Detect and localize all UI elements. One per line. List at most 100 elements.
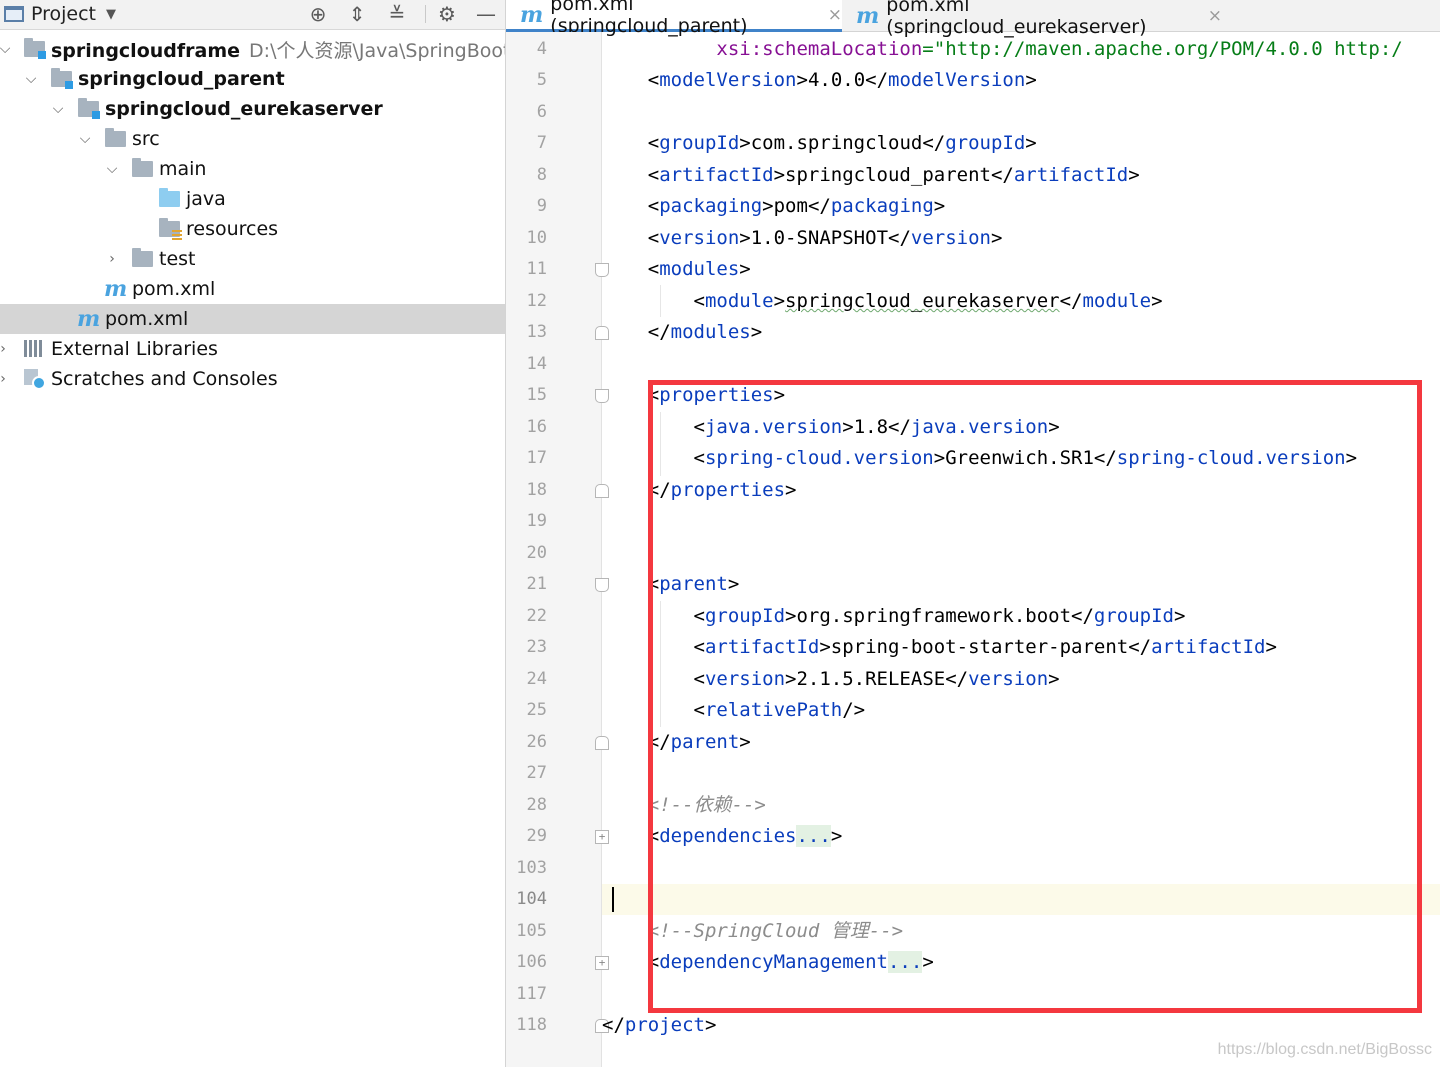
tab-pom-parent[interactable]: m pom.xml (springcloud_parent) × [506, 0, 842, 37]
line-number: 17 [526, 448, 547, 468]
folder-icon [105, 128, 126, 147]
code-line: <groupId>org.springframework.boot</group… [602, 605, 1186, 627]
chevron-down-icon[interactable]: ⌵ [0, 41, 12, 57]
project-tool-window: Project ▼ ⊕ ⇕ ≚ ⚙ — ⌵ springcloudframe D:… [0, 0, 506, 1067]
tree-item-label: External Libraries [51, 338, 218, 360]
code-line: <packaging>pom</packaging> [602, 195, 946, 217]
header-divider [425, 5, 426, 23]
code-line-current [602, 884, 1440, 915]
tree-item-java[interactable]: java [0, 184, 505, 214]
line-number: 10 [526, 228, 547, 248]
chevron-down-icon[interactable]: ⌵ [51, 101, 65, 117]
line-number: 103 [516, 858, 547, 878]
project-panel-title: Project [31, 3, 97, 25]
tree-item-label: src [132, 128, 160, 150]
line-number: 118 [516, 1015, 547, 1035]
chevron-down-icon: ▼ [106, 6, 117, 22]
chevron-down-icon[interactable]: ⌵ [105, 161, 119, 177]
module-folder-icon [51, 68, 73, 89]
tree-item-label: springcloudframeD:\个人资源\Java\SpringBoot\… [51, 36, 505, 63]
line-number: 12 [526, 291, 547, 311]
line-number: 29 [526, 826, 547, 846]
tree-item-external-libraries[interactable]: › External Libraries [0, 334, 505, 364]
expand-all-icon[interactable]: ⇕ [344, 2, 370, 26]
minimize-icon[interactable]: — [473, 2, 499, 26]
tree-item-pom-xml[interactable]: m pom.xml [0, 274, 505, 304]
maven-icon: m [856, 2, 880, 29]
chevron-down-icon[interactable]: ⌵ [24, 71, 38, 87]
maven-icon: m [104, 276, 128, 302]
module-folder-icon [24, 38, 46, 59]
line-number: 5 [536, 70, 547, 90]
tree-item-resources[interactable]: resources [0, 214, 505, 244]
line-number: 16 [526, 417, 547, 437]
tree-item-label: main [159, 158, 207, 180]
libraries-icon [24, 340, 44, 357]
chevron-down-icon[interactable]: ⌵ [78, 131, 92, 147]
resources-folder-icon [159, 218, 182, 240]
line-number: 13 [526, 322, 547, 342]
line-number: 105 [516, 921, 547, 941]
line-number: 27 [526, 763, 547, 783]
tree-item-src[interactable]: ⌵ src [0, 124, 505, 154]
tree-item-scratches[interactable]: › Scratches and Consoles [0, 364, 505, 394]
editor-gutter[interactable]: 4 5 6 7 8 9 10 11 12 13 14 15 16 17 18 1… [506, 32, 609, 1067]
line-number: 117 [516, 984, 547, 1004]
code-line: </properties> [602, 479, 797, 501]
tree-item-label: springcloud_eurekaserver [105, 98, 383, 120]
line-number: 14 [526, 354, 547, 374]
line-number: 23 [526, 637, 547, 657]
tree-item-label: Scratches and Consoles [51, 368, 278, 390]
tree-item-main[interactable]: ⌵ main [0, 154, 505, 184]
code-line: <relativePath/> [602, 699, 866, 721]
tree-item-label: springcloud_parent [78, 68, 285, 90]
code-line: <version>2.1.5.RELEASE</version> [602, 668, 1060, 690]
project-view-selector[interactable]: Project ▼ [4, 0, 116, 28]
gear-icon[interactable]: ⚙ [434, 2, 460, 26]
tree-item-test[interactable]: › test [0, 244, 505, 274]
tree-item-springcloudframe[interactable]: ⌵ springcloudframe D:\个人资源\Java\SpringBoo… [0, 34, 505, 64]
chevron-right-icon[interactable]: › [0, 371, 10, 387]
tree-item-pom-xml-selected[interactable]: m pom.xml [0, 304, 505, 334]
line-number: 106 [516, 952, 547, 972]
maven-icon: m [520, 1, 544, 28]
chevron-right-icon[interactable]: › [105, 251, 119, 267]
code-line: </project> [602, 1014, 717, 1036]
line-number: 25 [526, 700, 547, 720]
code-line: <modules> [602, 258, 751, 280]
folder-icon [132, 158, 153, 177]
line-number: 8 [536, 165, 547, 185]
module-path: D:\个人资源\Java\SpringBoot\spri [249, 39, 505, 62]
code-line: <dependencyManagement...> [602, 951, 934, 973]
close-icon[interactable]: × [1208, 6, 1222, 26]
folded-region[interactable]: ... [887, 951, 923, 973]
folder-icon [132, 248, 153, 267]
code-line: <java.version>1.8</java.version> [602, 416, 1060, 438]
collapse-all-icon[interactable]: ≚ [384, 2, 410, 26]
line-number: 24 [526, 669, 547, 689]
folded-region[interactable]: ... [796, 825, 831, 847]
tab-pom-eurekaserver[interactable]: m pom.xml (springcloud_eurekaserver) × [842, 0, 1222, 38]
code-line: xsi:schemaLocation="http://maven.apache.… [716, 38, 1403, 60]
tree-item-label: resources [186, 218, 279, 240]
line-number: 20 [526, 543, 547, 563]
locate-icon[interactable]: ⊕ [305, 2, 331, 26]
code-line: <properties> [602, 384, 786, 406]
tree-item-springcloud-eurekaserver[interactable]: ⌵ springcloud_eurekaserver [0, 94, 505, 124]
code-area[interactable]: xsi:schemaLocation="http://maven.apache.… [602, 32, 1440, 1067]
tree-item-label: java [186, 188, 226, 210]
line-number: 9 [536, 196, 547, 216]
scratches-icon [24, 369, 46, 391]
code-line: <artifactId>springcloud_parent</artifact… [602, 164, 1140, 186]
tree-item-label: test [159, 248, 196, 270]
source-folder-icon [159, 188, 180, 207]
line-number: 4 [536, 39, 547, 59]
chevron-right-icon[interactable]: › [0, 341, 10, 357]
code-line: <parent> [602, 573, 740, 595]
tree-item-springcloud-parent[interactable]: ⌵ springcloud_parent [0, 64, 505, 94]
editor-tab-bar: m pom.xml (springcloud_parent) × m pom.x… [506, 0, 1440, 38]
code-line: <groupId>com.springcloud</groupId> [602, 132, 1037, 154]
close-icon[interactable]: × [828, 5, 842, 25]
maven-icon: m [77, 306, 101, 332]
tree-item-label: pom.xml [105, 308, 189, 330]
